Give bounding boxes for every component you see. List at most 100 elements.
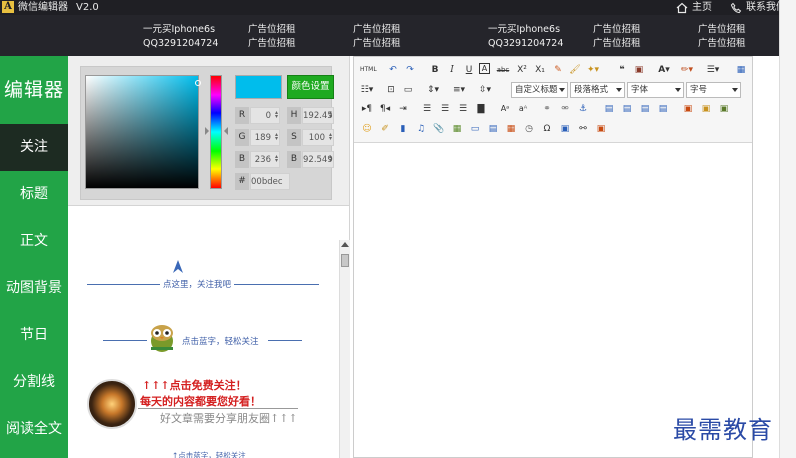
ad-slot[interactable]: 广告位招租 广告位招租	[353, 23, 401, 51]
material-scrollbar[interactable]	[339, 240, 350, 458]
to-uppercase-icon[interactable]: Aᵃ	[498, 102, 512, 116]
link-icon[interactable]: ⚭	[540, 102, 554, 116]
scroll-up-icon[interactable]	[341, 242, 349, 247]
spinner-icon[interactable]: ▴ ▾	[275, 132, 279, 142]
code-icon[interactable]: ▤	[486, 122, 500, 136]
image-center-icon[interactable]: ▤	[656, 102, 670, 116]
auto-format-icon[interactable]: ✦▾	[586, 63, 600, 77]
redo-icon[interactable]: ↷	[403, 63, 417, 77]
font-border-icon[interactable]: A	[479, 63, 490, 74]
blockquote-icon[interactable]: ❝	[615, 63, 629, 77]
paste-text-icon[interactable]: ▣	[632, 63, 646, 77]
date-icon[interactable]: ▦	[504, 122, 518, 136]
ad-slot[interactable]: 一元买Iphone6s QQ3291204724	[488, 23, 563, 51]
custom-title-dropdown[interactable]: 自定义标题	[511, 82, 568, 98]
word-image-icon[interactable]: ▣	[717, 102, 731, 116]
ad-slot[interactable]: 广告位招租 广告位招租	[248, 23, 296, 51]
scroll-thumb[interactable]	[341, 254, 349, 267]
arrow-up-icon	[173, 260, 183, 273]
special-chars-icon[interactable]: Ω	[540, 122, 554, 136]
attachment-icon[interactable]: 📎	[432, 122, 446, 136]
unlink-icon[interactable]: ⚮	[558, 102, 572, 116]
sidebar-item-festival[interactable]: 节日	[0, 312, 68, 359]
time-icon[interactable]: ◷	[522, 122, 536, 136]
spinner-icon[interactable]: ▴ ▾	[275, 154, 279, 164]
saturation-value-square[interactable]	[85, 75, 201, 189]
align-center-icon[interactable]: ☰	[438, 102, 452, 116]
bold-icon[interactable]: B	[428, 63, 442, 77]
align-right-icon[interactable]: ☰	[456, 102, 470, 116]
sidebar-item-body[interactable]: 正文	[0, 218, 68, 265]
row-spacing-icon[interactable]: ⇳▾	[478, 83, 492, 97]
align-justify-icon[interactable]: ▇	[474, 102, 488, 116]
list-icon[interactable]: ☰▾	[706, 63, 720, 77]
rtl-icon[interactable]: ¶◂	[378, 102, 392, 116]
insert-frame-icon[interactable]: ▭	[468, 122, 482, 136]
paragraph-format-dropdown[interactable]: 段落格式	[570, 82, 625, 98]
set-color-button[interactable]: 颜色设置	[287, 75, 334, 99]
clear-document-icon[interactable]: ▭	[401, 83, 415, 97]
eraser-icon[interactable]: ✎	[551, 63, 565, 77]
line-height-icon[interactable]: ⇕▾	[426, 83, 440, 97]
contact-link[interactable]: 联系我们	[730, 0, 786, 15]
ad-slot[interactable]: 广告位招租 广告位招租	[593, 23, 641, 51]
spinner-icon[interactable]: ▴ ▾	[329, 110, 333, 120]
subscript-icon[interactable]: X₁	[533, 63, 547, 77]
select-all-icon[interactable]: ⊡	[384, 83, 398, 97]
preview-icon[interactable]: ▣	[594, 122, 608, 136]
multi-image-icon[interactable]: ▣	[699, 102, 713, 116]
html-source-icon[interactable]: HTML	[360, 63, 377, 77]
font-color-icon[interactable]: A▾	[657, 63, 671, 77]
superscript-icon[interactable]: X²	[515, 63, 529, 77]
align-left-icon[interactable]: ☰	[420, 102, 434, 116]
fullscreen-icon[interactable]: ▦	[734, 63, 748, 77]
sidebar-item-title[interactable]: 标题	[0, 171, 68, 218]
emoticon-icon[interactable]: ☺	[360, 122, 374, 136]
font-family-dropdown[interactable]: 字体	[627, 82, 684, 98]
italic-icon[interactable]: I	[445, 63, 459, 77]
sidebar-item-animated-bg[interactable]: 动图背景	[0, 265, 68, 312]
map-icon[interactable]: ▦	[450, 122, 464, 136]
insert-video-icon[interactable]: ▮	[396, 122, 410, 136]
music-icon[interactable]: ♫	[414, 122, 428, 136]
underline-icon[interactable]: U	[462, 63, 476, 77]
image-none-icon[interactable]: ▤	[638, 102, 652, 116]
sidebar-item-read-more[interactable]: 阅读全文	[0, 406, 68, 453]
search-replace-icon[interactable]: ⚯	[576, 122, 590, 136]
color-cursor[interactable]	[195, 80, 201, 86]
spinner-icon[interactable]: ▴ ▾	[329, 132, 333, 142]
format-brush-icon[interactable]: 🖌	[568, 63, 582, 77]
template-icon[interactable]: ▣	[558, 122, 572, 136]
spinner-icon[interactable]: ▴ ▾	[329, 154, 333, 164]
background-color-icon[interactable]: ✏▾	[680, 63, 694, 77]
paragraph-spacing-icon[interactable]: ≡▾	[452, 83, 466, 97]
home-link[interactable]: 主页	[676, 0, 712, 15]
divider-line	[138, 408, 298, 409]
scrawl-icon[interactable]: ✐	[378, 122, 392, 136]
font-size-dropdown[interactable]: 字号	[686, 82, 741, 98]
color-picker-panel: 颜色设置 R 0 ▴ ▾ H 192.45 ▴ ▾ G 189 ▴ ▾ S 100 ▴…	[68, 56, 350, 206]
hue-arrow-right-icon	[224, 127, 228, 135]
flower-image	[87, 379, 137, 429]
sidebar-item-divider[interactable]: 分割线	[0, 359, 68, 406]
indent-icon[interactable]: ⇥	[396, 102, 410, 116]
spinner-icon[interactable]: ▴ ▾	[275, 110, 279, 120]
image-right-icon[interactable]: ▤	[620, 102, 634, 116]
ltr-icon[interactable]: ▸¶	[360, 102, 374, 116]
insert-image-icon[interactable]: ▣	[681, 102, 695, 116]
anchor-icon[interactable]: ⚓	[576, 102, 590, 116]
title-bar: A 微信编辑器 V2.0 主页 联系我们	[0, 0, 786, 15]
strikethrough-icon[interactable]: abc	[496, 63, 510, 77]
divider-line	[268, 340, 302, 341]
unordered-list-icon[interactable]: ☷▾	[360, 83, 374, 97]
hue-slider[interactable]	[210, 75, 222, 189]
to-lowercase-icon[interactable]: aᴬ	[516, 102, 530, 116]
sidebar-item-follow[interactable]: 关注	[0, 124, 68, 171]
home-icon	[676, 2, 688, 13]
image-left-icon[interactable]: ▤	[602, 102, 616, 116]
ad-slot[interactable]: 一元买Iphone6s QQ3291204724	[143, 23, 218, 51]
ad-banner: 一元买Iphone6s QQ3291204724 广告位招租 广告位招租 广告位招租…	[0, 15, 779, 56]
ad-slot[interactable]: 广告位招租 广告位招租	[698, 23, 746, 51]
undo-icon[interactable]: ↶	[386, 63, 400, 77]
page-scrollbar[interactable]	[779, 0, 796, 458]
